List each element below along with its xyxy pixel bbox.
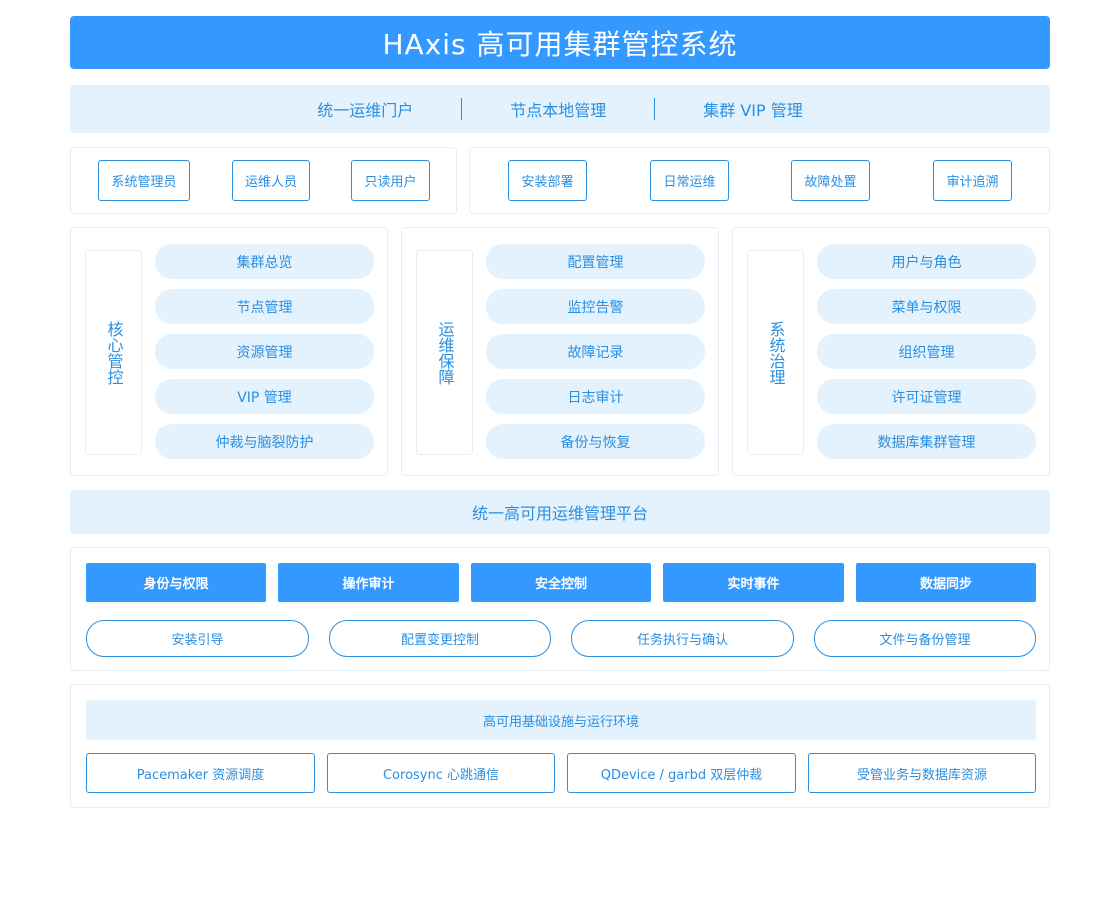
- scenarios-panel: 安装部署 日常运维 故障处置 审计追溯: [469, 147, 1050, 214]
- scenario-fault: 故障处置: [791, 160, 870, 201]
- module-item: 日志审计: [486, 379, 705, 414]
- module-label-core: 核心管控: [85, 250, 142, 455]
- capability-sync: 数据同步: [856, 563, 1036, 602]
- module-item: 许可证管理: [817, 379, 1036, 414]
- module-item: VIP 管理: [155, 379, 374, 414]
- module-item: 资源管理: [155, 334, 374, 369]
- platform-title: 统一高可用运维管理平台: [70, 490, 1050, 534]
- module-item: 菜单与权限: [817, 289, 1036, 324]
- role-readonly: 只读用户: [351, 160, 430, 201]
- capability-events: 实时事件: [663, 563, 844, 602]
- role-operator: 运维人员: [232, 160, 310, 201]
- infra-managed-resources: 受管业务与数据库资源: [808, 753, 1036, 793]
- module-item: 数据库集群管理: [817, 424, 1036, 459]
- infra-qdevice: QDevice / garbd 双层仲裁: [567, 753, 796, 793]
- portal-bar: 统一运维门户 节点本地管理 集群 VIP 管理: [70, 85, 1050, 133]
- module-panel-governance: 系统治理 用户与角色 菜单与权限 组织管理 许可证管理 数据库集群管理: [732, 227, 1050, 476]
- workflow-task-exec: 任务执行与确认: [571, 620, 794, 657]
- module-label-governance: 系统治理: [747, 250, 804, 455]
- module-item: 组织管理: [817, 334, 1036, 369]
- module-item: 集群总览: [155, 244, 374, 279]
- infra-panel: 高可用基础设施与运行环境 Pacemaker 资源调度 Corosync 心跳通…: [70, 684, 1050, 808]
- module-item: 监控告警: [486, 289, 705, 324]
- system-title: HAxis 高可用集群管控系统: [70, 16, 1050, 69]
- module-item: 备份与恢复: [486, 424, 705, 459]
- infra-title: 高可用基础设施与运行环境: [86, 700, 1036, 740]
- workflow-install-guide: 安装引导: [86, 620, 309, 657]
- module-label-ops: 运维保障: [416, 250, 473, 455]
- capabilities-panel: 身份与权限 操作审计 安全控制 实时事件 数据同步 安装引导 配置变更控制 任务…: [70, 547, 1050, 671]
- capability-security: 安全控制: [471, 563, 651, 602]
- module-item: 仲裁与脑裂防护: [155, 424, 374, 459]
- module-item: 故障记录: [486, 334, 705, 369]
- module-item: 用户与角色: [817, 244, 1036, 279]
- portal-node-local: 节点本地管理: [510, 101, 607, 120]
- scenario-audit: 审计追溯: [933, 160, 1012, 201]
- roles-panel: 系统管理员 运维人员 只读用户: [70, 147, 457, 214]
- workflow-file-backup: 文件与备份管理: [814, 620, 1036, 657]
- infra-pacemaker: Pacemaker 资源调度: [86, 753, 315, 793]
- workflow-config-change: 配置变更控制: [329, 620, 551, 657]
- capability-audit: 操作审计: [278, 563, 459, 602]
- portal-unified: 统一运维门户: [317, 101, 414, 120]
- scenario-install: 安装部署: [508, 160, 587, 201]
- module-panel-core: 核心管控 集群总览 节点管理 资源管理 VIP 管理 仲裁与脑裂防护: [70, 227, 388, 476]
- infra-corosync: Corosync 心跳通信: [327, 753, 555, 793]
- scenario-daily-ops: 日常运维: [650, 160, 729, 201]
- capability-identity: 身份与权限: [86, 563, 266, 602]
- role-sysadmin: 系统管理员: [98, 160, 190, 201]
- portal-cluster-vip: 集群 VIP 管理: [703, 101, 803, 120]
- module-panel-ops: 运维保障 配置管理 监控告警 故障记录 日志审计 备份与恢复: [401, 227, 719, 476]
- module-item: 配置管理: [486, 244, 705, 279]
- module-item: 节点管理: [155, 289, 374, 324]
